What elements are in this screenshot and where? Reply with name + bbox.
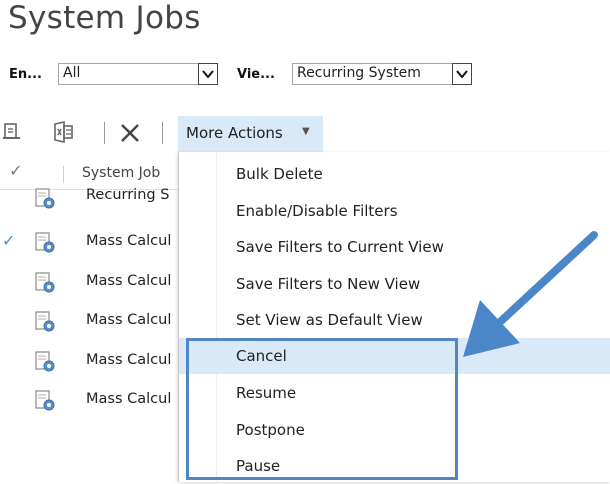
system-job-icon bbox=[34, 271, 56, 298]
menu-item-label: Postpone bbox=[236, 421, 305, 439]
page-title: System Jobs bbox=[8, 0, 201, 36]
view-filter-label: Vie... bbox=[237, 67, 275, 82]
select-all-checkmark-icon[interactable]: ✓ bbox=[9, 161, 22, 180]
system-job-icon bbox=[34, 311, 56, 337]
menu-item-label: Save Filters to New View bbox=[236, 275, 421, 293]
row-checkmark-icon[interactable]: ✓ bbox=[2, 231, 15, 250]
export-icon[interactable] bbox=[52, 121, 74, 147]
more-actions-button[interactable]: More Actions ▼ bbox=[178, 116, 323, 152]
menu-item-bulk-delete[interactable]: Bulk Delete bbox=[179, 156, 610, 192]
menu-item-label: Set View as Default View bbox=[236, 311, 423, 329]
caret-down-icon: ▼ bbox=[302, 126, 310, 137]
row-system-job-name[interactable]: Mass Calcul bbox=[86, 312, 178, 328]
system-job-icon bbox=[34, 188, 56, 214]
more-actions-label: More Actions bbox=[186, 124, 283, 142]
menu-item-enable-disable-filters[interactable]: Enable/Disable Filters bbox=[179, 193, 610, 229]
row-system-job-name[interactable]: Recurring S bbox=[86, 187, 178, 203]
toolbar-separator bbox=[104, 122, 105, 144]
entity-filter-label: En... bbox=[9, 67, 42, 82]
row-system-job-name[interactable]: Mass Calcul bbox=[86, 391, 178, 407]
row-system-job-name[interactable]: Mass Calcul bbox=[86, 352, 178, 368]
table-row[interactable]: Mass Calcul bbox=[0, 263, 178, 299]
menu-item-set-view-as-default-view[interactable]: Set View as Default View bbox=[179, 302, 610, 338]
table-row[interactable]: ✓ Mass Calcul bbox=[0, 223, 178, 259]
menu-item-label: Pause bbox=[236, 457, 281, 475]
system-job-icon bbox=[34, 390, 56, 416]
table-row[interactable]: Mass Calcul bbox=[0, 302, 178, 338]
toolbar-separator bbox=[162, 122, 163, 144]
system-job-icon bbox=[34, 350, 56, 377]
table-row[interactable]: Mass Calcul bbox=[0, 381, 178, 417]
row-system-job-name[interactable]: Mass Calcul bbox=[86, 273, 178, 289]
view-select[interactable]: Recurring System bbox=[292, 63, 472, 85]
menu-item-save-filters-to-current-view[interactable]: Save Filters to Current View bbox=[179, 229, 610, 265]
chevron-down-icon[interactable] bbox=[198, 63, 218, 85]
menu-item-postpone[interactable]: Postpone bbox=[179, 412, 610, 448]
menu-item-save-filters-to-new-view[interactable]: Save Filters to New View bbox=[179, 266, 610, 302]
row-system-job-name[interactable]: Mass Calcul bbox=[86, 233, 178, 249]
delete-icon[interactable] bbox=[120, 123, 140, 147]
view-select-value: Recurring System bbox=[297, 65, 421, 81]
print-icon[interactable] bbox=[2, 121, 22, 145]
menu-item-label: Resume bbox=[236, 384, 297, 402]
chevron-down-icon[interactable] bbox=[452, 63, 472, 85]
table-row[interactable]: Recurring S bbox=[0, 186, 178, 212]
column-header-system-job[interactable]: System Job bbox=[82, 165, 160, 181]
entity-select-value: All bbox=[63, 65, 81, 81]
system-job-icon bbox=[34, 232, 56, 258]
menu-item-label: Enable/Disable Filters bbox=[236, 202, 398, 220]
menu-item-pause[interactable]: Pause bbox=[179, 448, 610, 484]
entity-select[interactable]: All bbox=[58, 63, 218, 85]
menu-item-label: Cancel bbox=[236, 347, 287, 365]
more-actions-menu: Bulk Delete Enable/Disable Filters Save Fi… bbox=[178, 152, 610, 482]
menu-item-resume[interactable]: Resume bbox=[179, 375, 610, 411]
column-separator bbox=[63, 166, 64, 183]
menu-item-cancel[interactable]: Cancel bbox=[179, 338, 610, 374]
table-row[interactable]: Mass Calcul bbox=[0, 342, 178, 378]
menu-item-label: Bulk Delete bbox=[236, 165, 323, 183]
menu-item-label: Save Filters to Current View bbox=[236, 238, 444, 256]
